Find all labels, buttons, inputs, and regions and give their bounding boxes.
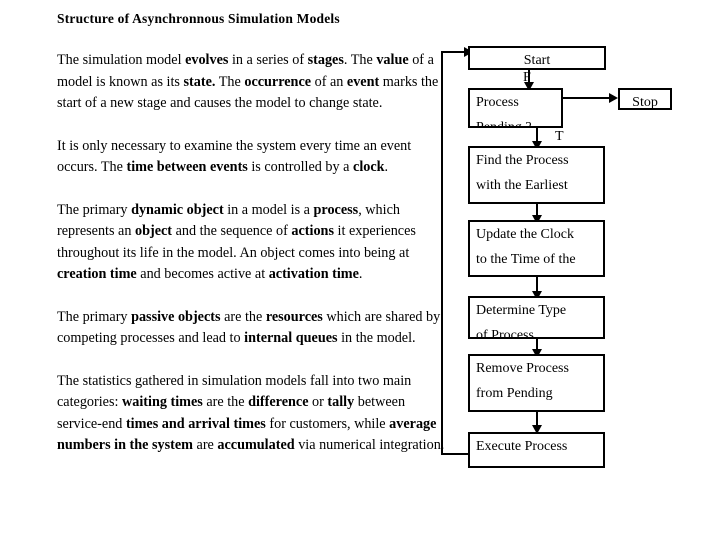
flow-box-update-clock[interactable]: Update the Clock to the Time of the Even… bbox=[468, 220, 605, 277]
flow-box-remove-process[interactable]: Remove Process from Pending List bbox=[468, 354, 605, 412]
flow-box-find-process-line1: Find the Process bbox=[476, 153, 569, 168]
slide-canvas: Structure of Asynchronnous Simulation Mo… bbox=[0, 0, 720, 540]
edge-pending-to-stop-arrowhead bbox=[609, 93, 618, 103]
flow-box-stop-label: Stop bbox=[632, 95, 658, 110]
flow-box-start-label: Start bbox=[523, 53, 551, 68]
edge-label-true: T bbox=[555, 129, 564, 144]
flow-box-update-clock-line2: to the Time of the bbox=[476, 252, 576, 267]
flow-box-process-pending[interactable]: Process Pending ? bbox=[468, 88, 563, 128]
flow-box-stop[interactable]: Stop bbox=[618, 88, 672, 110]
flow-box-process-pending-line1: Process bbox=[476, 95, 519, 110]
flow-box-remove-process-line2: from Pending bbox=[476, 386, 553, 401]
feedback-loop-horizontal-bottom bbox=[441, 453, 470, 455]
flow-box-find-process[interactable]: Find the Process with the Earliest activ… bbox=[468, 146, 605, 204]
flow-box-determine-type-line1: Determine Type bbox=[476, 303, 567, 318]
flow-box-remove-process-line1: Remove Process bbox=[476, 361, 569, 376]
flow-box-start[interactable]: Start bbox=[468, 46, 606, 70]
flow-box-determine-type[interactable]: Determine Type of Process bbox=[468, 296, 605, 339]
flow-box-execute-process-line1: Execute Process bbox=[476, 439, 568, 454]
flow-box-process-pending-line2: Pending ? bbox=[476, 120, 532, 128]
flowchart-diagram: Start F Process Pending ? Stop T Find th… bbox=[0, 0, 720, 540]
flow-box-execute-process[interactable]: Execute Process Routine bbox=[468, 432, 605, 468]
feedback-loop-vertical bbox=[441, 51, 443, 455]
edge-label-false: F bbox=[523, 70, 531, 85]
flow-box-determine-type-line2: of Process bbox=[476, 328, 534, 339]
flow-box-find-process-line2: with the Earliest bbox=[476, 178, 568, 193]
flow-box-update-clock-line1: Update the Clock bbox=[476, 227, 574, 242]
edge-pending-to-stop bbox=[563, 97, 613, 99]
flow-box-execute-process-line2: Routine bbox=[470, 459, 603, 466]
